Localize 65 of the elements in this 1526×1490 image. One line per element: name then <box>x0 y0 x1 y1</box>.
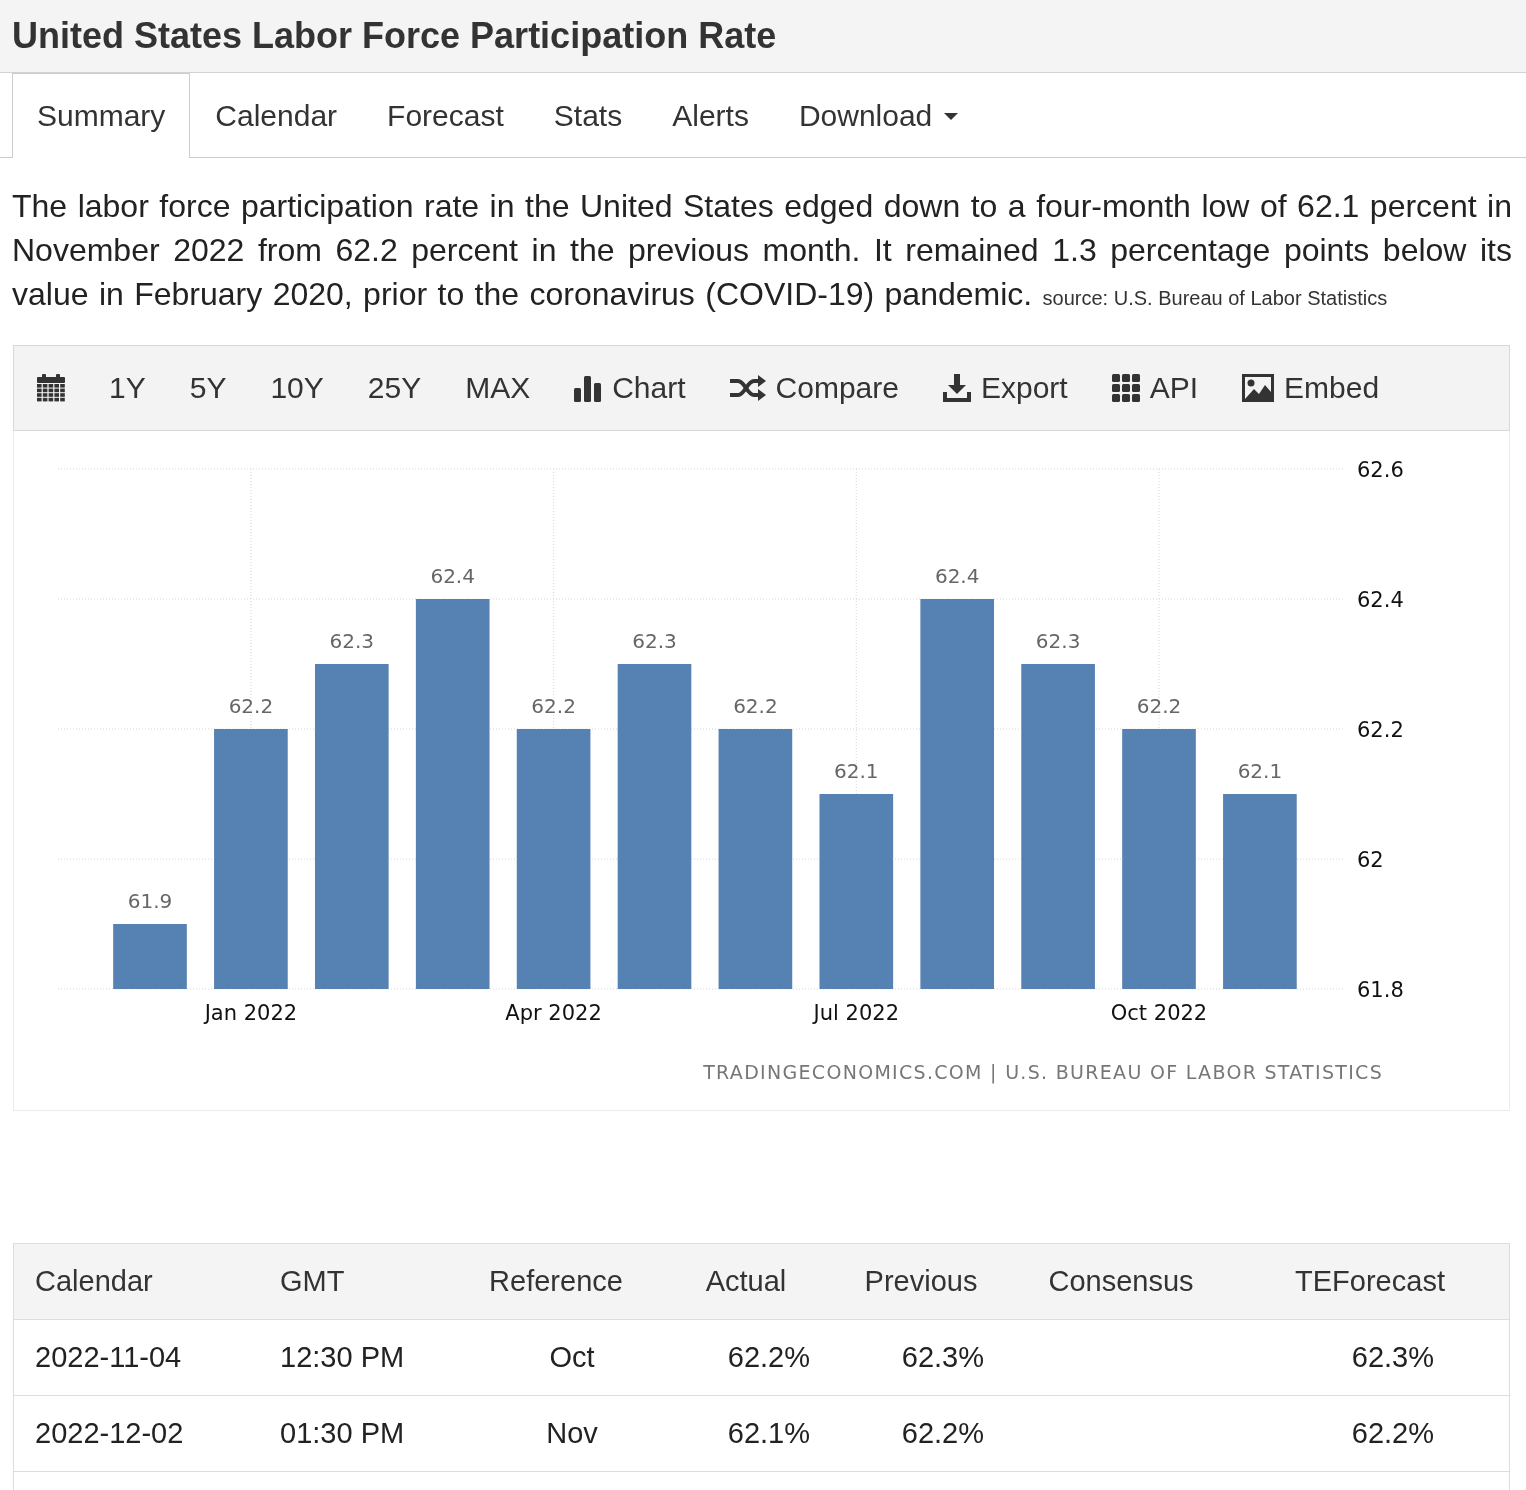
table-cell: 01:30 PM <box>280 1417 405 1450</box>
table-cell: 62.3% <box>1351 1341 1434 1374</box>
bar-value-label: 62.3 <box>1035 629 1081 653</box>
table-cell: 12:30 PM <box>280 1341 405 1374</box>
tab[interactable]: Alerts <box>647 73 774 158</box>
chart-button[interactable]: Chart <box>552 346 708 430</box>
range-button[interactable]: 5Y <box>167 346 249 430</box>
compare-button[interactable]: Compare <box>707 346 921 430</box>
bar-chart-icon <box>574 374 603 402</box>
bar-value-label: 61.9 <box>127 889 173 913</box>
tab[interactable]: Calendar <box>190 73 363 158</box>
table-cell: 62.1% <box>727 1417 810 1450</box>
tab[interactable]: Summary <box>12 73 191 158</box>
bar-value-label: 62.4 <box>934 564 980 588</box>
range-button[interactable]: 10Y <box>248 346 346 430</box>
calendar-icon <box>37 374 65 402</box>
shuffle-icon <box>729 375 766 401</box>
tab[interactable]: Download <box>773 73 984 158</box>
column-header: Actual <box>705 1265 787 1298</box>
x-axis-label: Jul 2022 <box>813 1001 900 1025</box>
bar-value-label: 62.2 <box>531 694 576 718</box>
table-cell: 2022-11-04 <box>35 1341 182 1374</box>
range-button[interactable]: 1Y <box>87 346 168 430</box>
column-header: Reference <box>489 1265 623 1298</box>
bar-value-label: 62.1 <box>834 759 879 783</box>
y-axis-label: 62.4 <box>1357 588 1404 612</box>
embed-button[interactable]: Embed <box>1220 346 1402 430</box>
y-axis-label: 62.2 <box>1357 718 1404 742</box>
y-axis-label: 61.8 <box>1357 978 1404 1002</box>
grid-icon <box>1111 374 1140 402</box>
bar-value-label: 62.3 <box>329 629 375 653</box>
table-cell: 62.2% <box>1351 1417 1434 1450</box>
bar-value-label: 62.2 <box>1136 694 1182 718</box>
table-cell: 62.3% <box>901 1341 984 1374</box>
y-axis-label: 62 <box>1357 848 1384 872</box>
bar-value-label: 62.2 <box>733 694 778 718</box>
bar-value-label: 62.4 <box>430 564 475 588</box>
chart-credits: TRADINGECONOMICS.COM | U.S. BUREAU OF LABOR STATISTICS <box>703 1061 1383 1083</box>
column-header: GMT <box>280 1265 345 1298</box>
table-cell: 2022-12-02 <box>35 1417 184 1450</box>
bar-value-label: 62.1 <box>1237 759 1283 783</box>
summary-text: The labor force participation rate in the United States edged down to a four-month low of 62.1 percent in November 2022 from 62.2 percent in the previous month. It remained 1.3 percentage points below its value in February 2020, prior to the coronavirus (COVID-19) pandemic. source: U.S. Bureau of Labor Statistics <box>12 187 1512 314</box>
column-header: Previous <box>864 1265 978 1298</box>
x-axis-label: Oct 2022 <box>1110 1001 1208 1025</box>
bar-value-label: 62.2 <box>228 694 274 718</box>
download-icon <box>942 374 971 402</box>
column-header: Consensus <box>1048 1265 1194 1298</box>
table-cell: Nov <box>546 1417 598 1450</box>
range-button[interactable]: MAX <box>443 346 553 430</box>
table-cell: 62.2% <box>901 1417 984 1450</box>
column-header: TEForecast <box>1295 1265 1445 1298</box>
tab[interactable]: Forecast <box>362 73 529 158</box>
y-axis-label: 62.6 <box>1357 458 1404 482</box>
x-axis-label: Apr 2022 <box>505 1001 602 1025</box>
column-header: Calendar <box>35 1265 153 1298</box>
table-cell: Oct <box>549 1341 595 1374</box>
range-button[interactable]: 25Y <box>345 346 444 430</box>
bar-value-label: 62.3 <box>632 629 677 653</box>
api-button[interactable]: API <box>1089 346 1221 430</box>
x-axis-label: Jan 2022 <box>204 1001 298 1025</box>
export-button[interactable]: Export <box>920 346 1090 430</box>
table-cell: 62.2% <box>727 1341 810 1374</box>
tab[interactable]: Stats <box>528 73 648 158</box>
page-title: United States Labor Force Participation Rate <box>12 15 777 57</box>
image-icon <box>1242 374 1275 402</box>
